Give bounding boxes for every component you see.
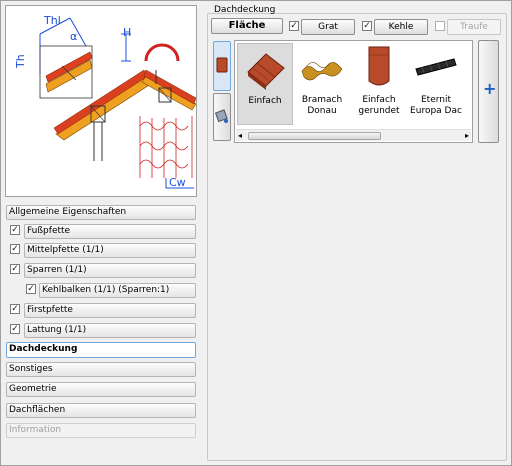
group-title: Dachdeckung <box>214 5 276 15</box>
checkbox-traufe <box>435 21 445 31</box>
traufe-button: Traufe <box>447 19 501 35</box>
tile-label: Eternit Europa Dac <box>410 95 462 116</box>
scrollbar-thumb[interactable] <box>248 132 381 140</box>
kehle-button[interactable]: Kehle <box>374 19 428 35</box>
checkbox-firstpfette[interactable]: ✓ <box>10 304 20 314</box>
label-thl: Thl <box>43 14 61 27</box>
checkbox-kehlbalken[interactable]: ✓ <box>26 284 36 294</box>
flaeche-button[interactable]: Fläche <box>211 18 283 34</box>
scroll-right-arrow-icon[interactable]: ▸ <box>465 130 469 142</box>
prop-label: Information <box>9 425 62 435</box>
prop-mittelpfette[interactable]: Mittelpfette (1/1) <box>24 243 196 258</box>
checkbox-grat[interactable]: ✓ <box>289 21 299 31</box>
label-th: Th <box>14 54 27 69</box>
rounded-tile-icon <box>368 46 390 86</box>
roof-preview: Thl Th α H Cw <box>5 5 197 197</box>
prop-lattung[interactable]: Lattung (1/1) <box>24 323 196 338</box>
grat-button[interactable]: Grat <box>301 19 355 35</box>
prop-fusspfette[interactable]: Fußpfette <box>24 224 196 239</box>
prop-label: Geometrie <box>9 384 57 394</box>
tile-list-scrollbar[interactable]: ◂ ▸ <box>236 129 471 141</box>
checkbox-sparren[interactable]: ✓ <box>10 264 20 274</box>
prop-dachdeckung[interactable]: Dachdeckung <box>6 342 196 358</box>
label-h: H <box>123 26 131 39</box>
tile-eternit-europa[interactable]: Eternit Europa Dac <box>408 43 464 125</box>
tile-label: Einfach gerundet <box>358 95 400 116</box>
prop-label: Sparren (1/1) <box>27 265 87 275</box>
prop-information: Information <box>6 423 196 438</box>
roof-section-drawing: Thl Th α H Cw <box>14 14 196 189</box>
prop-sonstiges[interactable]: Sonstiges <box>6 362 196 377</box>
prop-label: Dachdeckung <box>9 344 78 354</box>
tile-icon <box>216 57 228 73</box>
flat-tile-icon <box>247 53 285 90</box>
paint-bucket-icon <box>214 109 228 123</box>
tile-einfach-gerundet[interactable]: Einfach gerundet <box>351 43 407 125</box>
checkbox-fusspfette[interactable]: ✓ <box>10 225 20 235</box>
scroll-left-arrow-icon[interactable]: ◂ <box>238 130 242 142</box>
plus-icon: + <box>483 79 497 98</box>
checkbox-lattung[interactable]: ✓ <box>10 324 20 334</box>
tile-view-button[interactable] <box>213 41 231 91</box>
prop-label: Kehlbalken (1/1) (Sparren:1) <box>42 285 170 295</box>
prop-label: Dachflächen <box>9 405 66 415</box>
prop-label: Lattung (1/1) <box>27 325 87 335</box>
paint-view-button[interactable] <box>213 93 231 141</box>
tile-bramach-donau[interactable]: Bramach Donau <box>294 43 350 125</box>
add-tile-button[interactable]: + <box>478 40 499 143</box>
prop-label: Sonstiges <box>9 364 53 374</box>
tile-einfach[interactable]: Einfach <box>237 43 293 125</box>
prop-label: Firstpfette <box>27 305 73 315</box>
label-cw: Cw <box>169 176 186 189</box>
prop-firstpfette[interactable]: Firstpfette <box>24 303 196 318</box>
label-alpha: α <box>70 30 77 43</box>
prop-label: Allgemeine Eigenschaften <box>9 207 127 217</box>
prop-dachflaechen[interactable]: Dachflächen <box>6 403 196 418</box>
wave-tile-icon <box>301 62 343 81</box>
tile-label: Einfach <box>248 96 282 106</box>
eternit-tile-icon <box>415 58 457 76</box>
tile-label: Bramach Donau <box>301 95 343 116</box>
prop-label: Fußpfette <box>27 226 71 236</box>
prop-allgemeine-eigenschaften[interactable]: Allgemeine Eigenschaften <box>6 205 196 220</box>
checkbox-mittelpfette[interactable]: ✓ <box>10 244 20 254</box>
prop-geometrie[interactable]: Geometrie <box>6 382 196 397</box>
roof-tile-list[interactable]: Einfach Bramach Donau Einfach gerundet E… <box>234 40 473 143</box>
prop-sparren[interactable]: Sparren (1/1) <box>24 263 196 278</box>
prop-label: Mittelpfette (1/1) <box>27 245 104 255</box>
prop-kehlbalken[interactable]: Kehlbalken (1/1) (Sparren:1) <box>39 283 196 298</box>
checkbox-kehle[interactable]: ✓ <box>362 21 372 31</box>
window-frame: Thl Th α H Cw Allgemeine Eigenschaften ✓… <box>0 0 512 466</box>
